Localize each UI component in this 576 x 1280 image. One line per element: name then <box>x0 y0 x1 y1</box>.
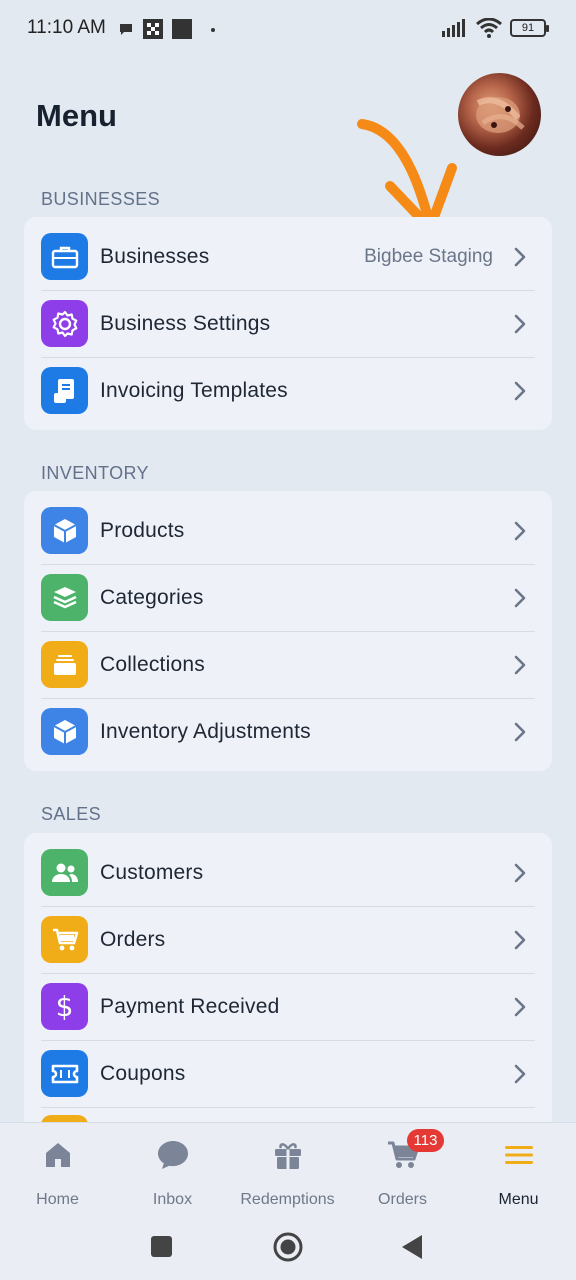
menu-item-categories[interactable]: Categories <box>24 564 552 631</box>
chevron-right-icon <box>514 1064 526 1084</box>
divider <box>41 1107 535 1108</box>
status-notification-icons <box>118 18 218 40</box>
chevron-right-icon <box>514 314 526 334</box>
menu-item-products[interactable]: Products <box>24 497 552 564</box>
sales-card: Customers Orders $ Payment Received Coup… <box>24 833 552 1162</box>
back-icon[interactable] <box>400 1234 424 1260</box>
nav-label: Menu <box>498 1191 539 1208</box>
nav-label: Redemptions <box>240 1191 335 1208</box>
menu-item-label: Businesses <box>100 245 210 268</box>
menu-item-inventory-adjustments[interactable]: Inventory Adjustments <box>24 698 552 765</box>
section-label-inventory: INVENTORY <box>41 463 149 483</box>
menu-item-label: Payment Received <box>100 995 280 1018</box>
battery-indicator: 91 <box>510 19 549 37</box>
hamburger-icon <box>499 1135 539 1175</box>
menu-item-invoicing-templates[interactable]: Invoicing Templates <box>24 357 552 424</box>
invoice-icon <box>41 367 88 414</box>
bottom-nav: Home Inbox Redemptions 113 Orders Menu <box>0 1122 576 1280</box>
status-time: 11:10 AM <box>27 17 106 38</box>
section-label-sales: SALES <box>41 804 102 824</box>
menu-item-label: Categories <box>100 586 204 609</box>
status-system-icons: 91 <box>442 18 549 38</box>
chevron-right-icon <box>514 247 526 267</box>
orders-count-badge: 113 <box>406 1129 445 1152</box>
menu-item-customers[interactable]: Customers <box>24 839 552 906</box>
nav-label: Home <box>36 1191 79 1208</box>
chat-bubble-icon <box>120 24 132 35</box>
chevron-right-icon <box>514 930 526 950</box>
menu-item-payment-received[interactable]: $ Payment Received <box>24 973 552 1040</box>
chevron-right-icon <box>514 381 526 401</box>
menu-item-label: Business Settings <box>100 312 271 335</box>
home-icon <box>38 1135 78 1175</box>
avatar-photo <box>476 97 525 133</box>
nav-menu[interactable]: Menu <box>461 1135 576 1209</box>
nav-inbox[interactable]: Inbox <box>115 1135 230 1209</box>
dot-icon <box>211 28 215 32</box>
menu-item-businesses[interactable]: Businesses Bigbee Staging <box>24 223 552 290</box>
menu-item-coupons[interactable]: Coupons <box>24 1040 552 1107</box>
chevron-right-icon <box>514 588 526 608</box>
recents-icon[interactable] <box>150 1235 174 1259</box>
square-notification-icon <box>172 19 192 39</box>
wifi-icon <box>476 18 502 38</box>
selected-business-value: Bigbee Staging <box>364 246 493 267</box>
menu-item-label: Orders <box>100 928 166 951</box>
box-icon <box>41 708 88 755</box>
system-navigation-bar <box>0 1231 576 1263</box>
menu-item-label: Coupons <box>100 1062 186 1085</box>
chevron-right-icon <box>514 722 526 742</box>
briefcase-icon <box>41 233 88 280</box>
page-title: Menu <box>36 98 117 133</box>
menu-item-label: Products <box>100 519 185 542</box>
avatar[interactable] <box>458 73 541 156</box>
chevron-right-icon <box>514 655 526 675</box>
menu-item-label: Customers <box>100 861 204 884</box>
box-icon <box>41 507 88 554</box>
home-button-icon[interactable] <box>272 1231 304 1263</box>
app-grid-icon <box>143 19 163 39</box>
chevron-right-icon <box>514 521 526 541</box>
chevron-right-icon <box>514 997 526 1017</box>
cart-icon <box>41 916 88 963</box>
section-label-businesses: BUSINESSES <box>41 189 161 209</box>
users-icon <box>41 849 88 896</box>
chevron-right-icon <box>514 863 526 883</box>
menu-item-orders[interactable]: Orders <box>24 906 552 973</box>
menu-item-business-settings[interactable]: Business Settings <box>24 290 552 357</box>
gift-icon <box>268 1135 308 1175</box>
nav-label: Orders <box>378 1191 427 1208</box>
nav-orders[interactable]: 113 Orders <box>345 1129 460 1209</box>
chat-icon <box>153 1135 193 1175</box>
nav-home[interactable]: Home <box>0 1135 115 1209</box>
menu-item-collections[interactable]: Collections <box>24 631 552 698</box>
gear-icon <box>41 300 88 347</box>
inventory-card: Products Categories Collections Inventor… <box>24 491 552 771</box>
collections-icon <box>41 641 88 688</box>
signal-icon <box>442 19 465 37</box>
nav-label: Inbox <box>152 1191 193 1208</box>
layers-icon <box>41 574 88 621</box>
businesses-card: Businesses Bigbee Staging Business Setti… <box>24 217 552 430</box>
dollar-icon: $ <box>41 983 88 1030</box>
menu-item-label: Invoicing Templates <box>100 379 288 402</box>
nav-redemptions[interactable]: Redemptions <box>230 1135 345 1209</box>
status-bar: 11:10 AM 91 <box>0 0 576 58</box>
menu-item-label: Inventory Adjustments <box>100 720 311 743</box>
menu-item-label: Collections <box>100 653 205 676</box>
ticket-icon <box>41 1050 88 1097</box>
cart-icon: 113 <box>383 1129 445 1175</box>
